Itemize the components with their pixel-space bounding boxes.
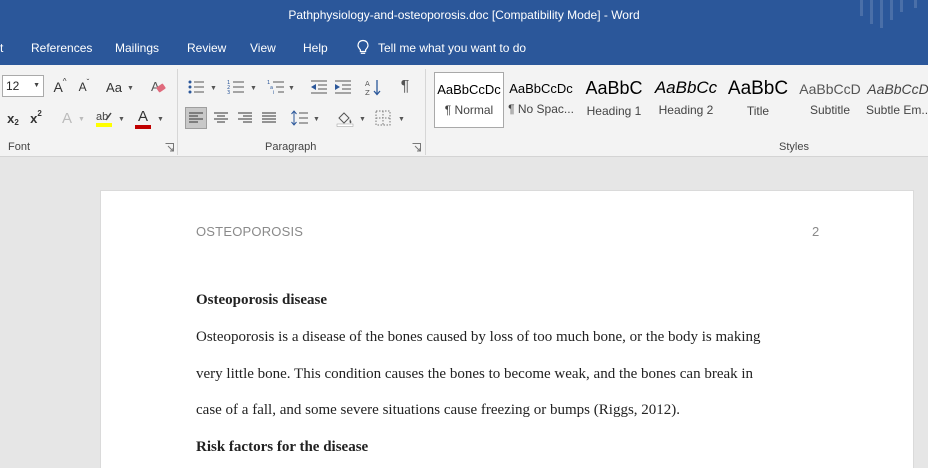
ribbon-tabs: t References Mailings Review View Help T… xyxy=(0,32,928,65)
paragraph-group-label: Paragraph xyxy=(265,141,317,153)
style-heading-1[interactable]: AaBbC Heading 1 xyxy=(579,72,649,128)
svg-text:i: i xyxy=(273,90,274,95)
style-heading-2[interactable]: AaBbCc Heading 2 xyxy=(651,72,721,128)
body-line: very little bone. This condition causes … xyxy=(196,366,754,382)
style-title[interactable]: AaBbC Title xyxy=(723,72,793,128)
tab-references[interactable]: References xyxy=(31,41,92,55)
chevron-down-icon: ▼ xyxy=(250,85,257,92)
tab-layout[interactable]: t xyxy=(0,41,3,55)
chevron-down-icon: ▼ xyxy=(398,116,405,123)
ribbon: 12 ▼ A ^ Aˇ Aa ▼ A x2 x2 A ▼ ab ▼ A ▼ Fon… xyxy=(0,65,928,157)
multilevel-list-button[interactable]: 1 a i xyxy=(266,77,286,97)
svg-text:3: 3 xyxy=(227,90,230,95)
tab-help[interactable]: Help xyxy=(303,41,328,55)
chevron-down-icon: ▼ xyxy=(118,116,125,123)
style-normal[interactable]: AaBbCcDc ¶ Normal xyxy=(434,72,504,128)
justify-button[interactable] xyxy=(258,107,280,129)
align-left-button[interactable] xyxy=(185,107,207,129)
chevron-down-icon: ▼ xyxy=(210,85,217,92)
line-spacing-button[interactable] xyxy=(290,107,310,129)
change-case-button[interactable]: Aa xyxy=(104,78,124,96)
highlighter-icon: ab xyxy=(96,111,112,127)
sort-button[interactable]: A Z xyxy=(364,77,384,97)
tell-me-text: Tell me what you want to do xyxy=(378,40,527,55)
title-bar: Pathphysiology-and-osteoporosis.doc [Com… xyxy=(0,0,928,32)
page-number: 2 xyxy=(812,224,820,239)
svg-text:A: A xyxy=(365,80,370,88)
font-group-label: Font xyxy=(8,141,31,153)
tell-me-search[interactable]: Tell me what you want to do xyxy=(356,39,526,56)
justify-icon xyxy=(262,112,276,123)
chevron-down-icon: ▼ xyxy=(78,116,85,123)
body-line: Osteoporosis is a disease of the bones c… xyxy=(196,329,761,345)
style-subtitle[interactable]: AaBbCcD Subtitle xyxy=(795,72,865,128)
body-line: case of a fall, and some severe situatio… xyxy=(196,402,681,418)
grow-font-button[interactable]: A ^ xyxy=(52,77,68,96)
align-center-icon xyxy=(214,112,228,123)
svg-text:Z: Z xyxy=(365,89,370,96)
align-left-icon xyxy=(189,112,203,123)
indent-icon xyxy=(335,80,351,94)
font-size-box[interactable]: 12 ▼ xyxy=(2,75,44,97)
chevron-down-icon: ▼ xyxy=(359,116,366,123)
font-color-button[interactable]: A xyxy=(134,108,152,130)
borders-icon xyxy=(375,110,391,126)
tab-review[interactable]: Review xyxy=(187,41,226,55)
section-heading: Osteoporosis disease xyxy=(196,292,327,308)
svg-text:ab: ab xyxy=(96,111,108,123)
dialog-launcher-icon[interactable] xyxy=(165,143,174,152)
sort-icon: A Z xyxy=(365,80,381,96)
decorative-pattern xyxy=(860,0,917,28)
group-divider xyxy=(425,69,426,155)
align-right-icon xyxy=(238,112,252,123)
multilevel-list-icon: 1 a i xyxy=(267,80,284,95)
subscript-button[interactable]: x2 xyxy=(4,108,22,128)
align-right-button[interactable] xyxy=(234,107,256,129)
group-divider xyxy=(177,69,178,155)
document-page[interactable]: OSTEOPOROSIS 2 Osteoporosis disease Oste… xyxy=(100,190,914,468)
shrink-font-button[interactable]: Aˇ xyxy=(76,78,92,96)
lightbulb-icon xyxy=(357,39,369,54)
chevron-down-icon: ▼ xyxy=(288,85,295,92)
style-no-spacing[interactable]: AaBbCcDc ¶ No Spac... xyxy=(506,72,576,128)
chevron-down-icon: ▼ xyxy=(127,85,134,92)
outdent-icon xyxy=(311,80,327,94)
chevron-down-icon: ▼ xyxy=(33,82,40,89)
show-hide-formatting-button[interactable]: ¶ xyxy=(396,77,414,97)
window-title: Pathphysiology-and-osteoporosis.doc [Com… xyxy=(288,8,640,22)
dialog-launcher-icon[interactable] xyxy=(412,143,421,152)
eraser-icon: A xyxy=(151,79,166,94)
decrease-indent-button[interactable] xyxy=(309,77,329,97)
section-heading: Risk factors for the disease xyxy=(196,439,369,455)
text-effects-button[interactable]: A xyxy=(58,108,76,128)
font-color-swatch xyxy=(135,124,151,129)
tab-mailings[interactable]: Mailings xyxy=(115,41,159,55)
chevron-down-icon: ▼ xyxy=(313,116,320,123)
shading-button[interactable] xyxy=(334,107,356,129)
increase-indent-button[interactable] xyxy=(333,77,353,97)
superscript-button[interactable]: x2 xyxy=(27,108,45,128)
paint-bucket-icon xyxy=(336,112,354,127)
clear-formatting-button[interactable]: A xyxy=(148,77,168,97)
bullets-button[interactable] xyxy=(186,77,206,97)
font-size-value: 12 xyxy=(6,79,20,93)
chevron-down-icon: ▼ xyxy=(157,116,164,123)
highlight-button[interactable]: ab xyxy=(94,108,114,130)
styles-group-label: Styles xyxy=(779,141,809,153)
style-subtle-emphasis[interactable]: AaBbCcD Subtle Em... xyxy=(866,72,928,128)
line-spacing-icon xyxy=(291,110,308,126)
running-header: OSTEOPOROSIS xyxy=(196,224,304,239)
align-center-button[interactable] xyxy=(210,107,232,129)
tab-view[interactable]: View xyxy=(250,41,276,55)
numbering-button[interactable]: 1 2 3 xyxy=(226,77,246,97)
bullet-list-icon xyxy=(188,80,204,94)
numbered-list-icon: 1 2 3 xyxy=(227,80,244,95)
borders-button[interactable] xyxy=(373,107,393,129)
